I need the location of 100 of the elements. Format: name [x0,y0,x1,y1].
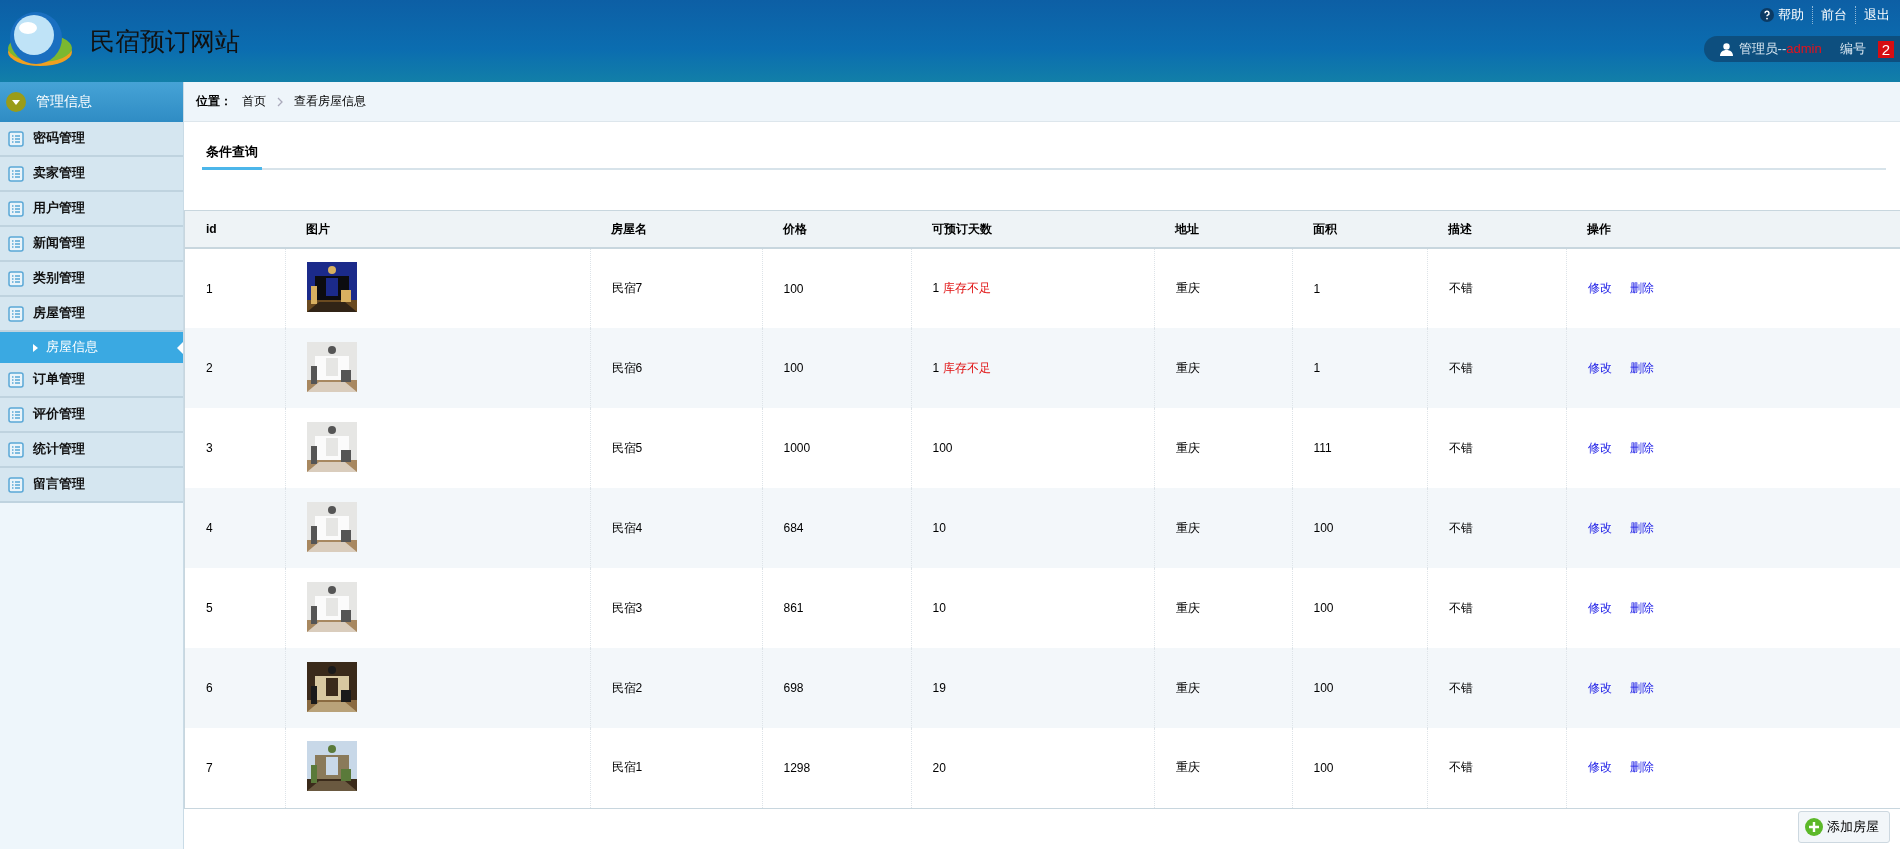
table-cell: 不错 [1448,760,1473,775]
table-cell: 100 [1313,521,1334,535]
table-cell: 684 [783,521,804,535]
table-cell: 不错 [1448,520,1473,535]
sidebar-item[interactable]: 密码管理 [0,122,183,157]
table-cell: 100 [1313,681,1334,695]
list-icon [8,476,24,493]
table-cell: 7 [206,760,213,775]
table-cell: 不错 [1448,680,1473,695]
table-cell: 重庆 [1175,760,1200,775]
table-cell: 6 [206,681,213,695]
header-link[interactable]: 退出 [1855,6,1898,24]
caret-icon [33,343,38,352]
list-icon [8,200,24,217]
list-icon [8,441,24,458]
sidebar-item[interactable]: 评价管理 [0,398,183,433]
site-title: 民宿预订网站 [90,25,240,58]
table-cell: 3 [206,441,213,455]
table-cell: 100 [783,361,804,375]
table-cell: 4 [206,521,213,535]
column-header: 描述 [1448,221,1472,236]
table-cell: 100 [1313,601,1334,615]
table-cell: 民宿4 [611,520,643,535]
table-cell: 不错 [1448,600,1473,615]
table-cell: 民宿5 [611,440,643,455]
stock-warning: 库存不足 [942,360,991,375]
column-header: 房屋名 [611,221,647,236]
breadcrumb-item: 查看房屋信息 [294,93,366,110]
table-cell: 1298 [783,760,811,775]
edit-link[interactable]: 修改 [1587,600,1612,615]
list-icon [8,305,24,322]
list-icon [8,130,24,147]
table-cell: 不错 [1448,360,1473,375]
list-icon [8,406,24,423]
sidebar-item[interactable]: 卖家管理 [0,157,183,192]
table-cell: 1 [1313,281,1321,296]
sidebar-item[interactable]: 统计管理 [0,433,183,468]
table-cell: 民宿3 [611,600,643,615]
stock-warning: 库存不足 [942,281,991,295]
sidebar-title: 管理信息 [36,93,92,111]
number-label: 编号 [1839,40,1866,58]
list-icon [8,270,24,287]
sidebar-item[interactable]: 留言管理 [0,468,183,503]
table-cell: 19 [932,681,946,695]
add-icon [1805,818,1823,836]
column-header: 操作 [1587,221,1611,236]
table-cell: 重庆 [1175,600,1200,615]
table-cell: 1 [932,281,940,295]
delete-link[interactable]: 删除 [1629,360,1654,375]
edit-link[interactable]: 修改 [1587,520,1612,535]
table-cell: 10 [932,601,946,615]
table-cell: 100 [1313,760,1334,775]
header-link[interactable]: 帮助 [1774,6,1812,24]
table-cell: 不错 [1448,440,1473,455]
collapse-icon [6,92,26,112]
column-header: id [206,222,217,236]
sidebar-item[interactable]: 用户管理 [0,192,183,227]
table-cell: 重庆 [1175,680,1200,695]
edit-link[interactable]: 修改 [1587,440,1612,455]
delete-link[interactable]: 删除 [1629,281,1654,295]
table-cell: 100 [783,281,804,296]
table-cell: 1000 [783,441,811,455]
table-cell: 861 [783,601,804,615]
table-cell: 100 [932,441,953,455]
delete-link[interactable]: 删除 [1629,680,1654,695]
help-icon [1760,8,1774,22]
table-cell: 民宿7 [611,281,643,295]
delete-link[interactable]: 删除 [1629,520,1654,535]
edit-link[interactable]: 修改 [1587,760,1612,775]
add-button[interactable]: 添加房屋 [1798,811,1890,843]
edit-link[interactable]: 修改 [1587,281,1612,295]
table-cell: 重庆 [1175,281,1200,295]
sidebar-item[interactable]: 类别管理 [0,262,183,297]
breadcrumb-item[interactable]: 首页 [242,93,266,110]
delete-link[interactable]: 删除 [1629,600,1654,615]
delete-link[interactable]: 删除 [1629,760,1654,775]
breadcrumb-label: 位置： [196,93,232,110]
sidebar-item[interactable]: 房屋管理 [0,297,183,332]
table-cell: 10 [932,521,946,535]
column-header: 地址 [1175,221,1199,236]
list-icon [8,235,24,252]
edit-link[interactable]: 修改 [1587,360,1612,375]
table-cell: 1 [206,281,213,296]
table-cell: 重庆 [1175,360,1200,375]
header-link[interactable]: 前台 [1812,6,1855,24]
column-header: 价格 [783,221,807,236]
sidebar-item[interactable]: 新闻管理 [0,227,183,262]
column-header: 图片 [306,221,330,236]
tab[interactable]: 条件查询 [202,140,262,170]
column-header: 面积 [1313,221,1337,236]
edit-link[interactable]: 修改 [1587,680,1612,695]
number-badge: 2 [1877,40,1894,58]
table-cell: 民宿1 [611,760,643,775]
chevron-icon [276,96,284,107]
column-header: 可预订天数 [932,221,992,236]
delete-link[interactable]: 删除 [1629,440,1654,455]
table-cell: 重庆 [1175,440,1200,455]
table-cell: 1 [1313,361,1321,375]
list-icon [8,371,24,388]
sidebar-item[interactable]: 订单管理 [0,363,183,398]
